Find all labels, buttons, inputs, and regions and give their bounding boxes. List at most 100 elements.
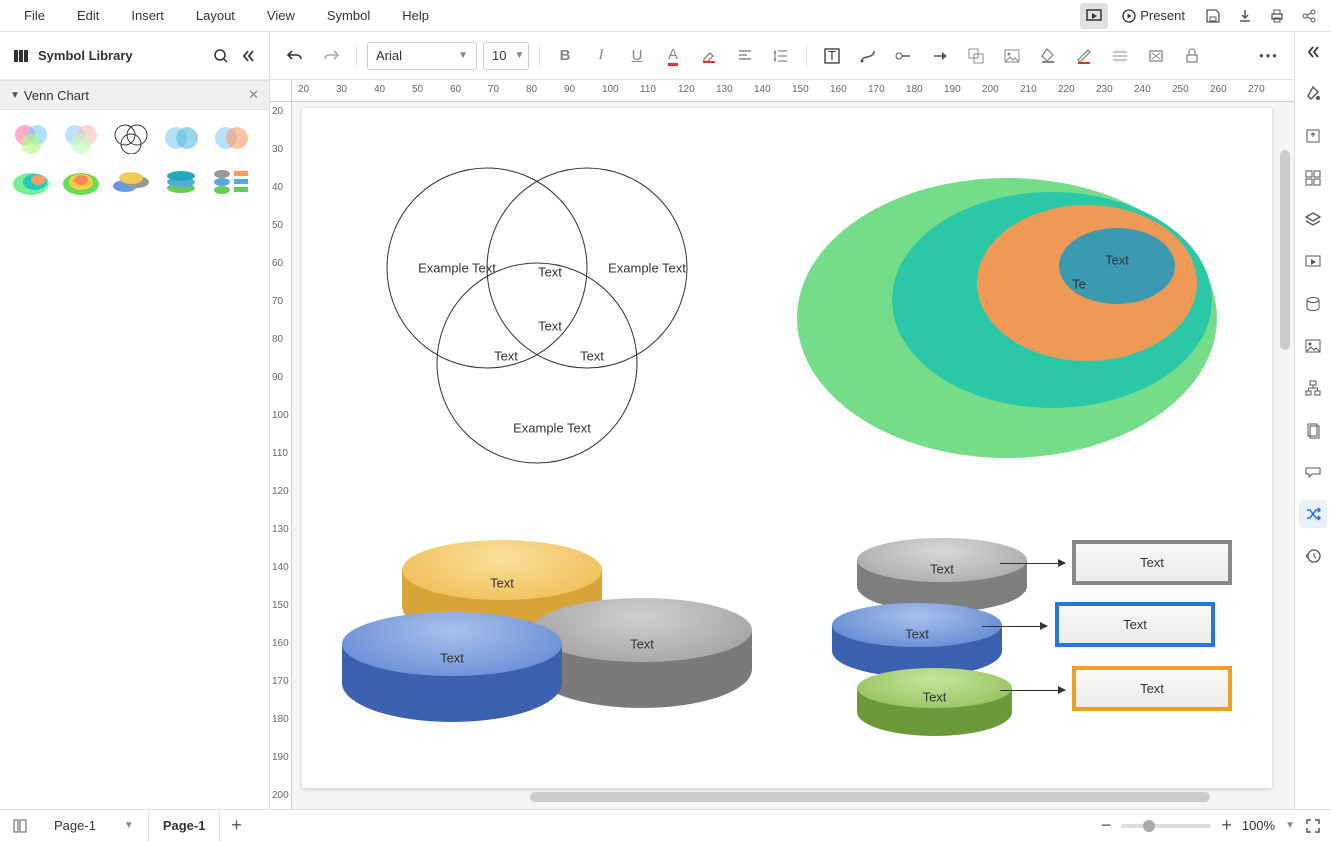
lock-button[interactable] (1177, 41, 1207, 71)
shape-nested-ellipse[interactable] (792, 168, 1222, 468)
expand-rail-button[interactable] (1299, 38, 1327, 66)
print-button[interactable] (1263, 3, 1291, 29)
bold-button[interactable]: B (550, 41, 580, 71)
export-button[interactable] (1231, 3, 1259, 29)
lib-venn-3-color[interactable] (8, 118, 54, 158)
page-tab-1[interactable]: Page-1 (149, 810, 221, 841)
ruler-vertical: 20 30 40 50 60 70 80 90 100 110 120 130 … (270, 102, 292, 809)
lib-venn-2-alt[interactable] (208, 118, 254, 158)
lib-nested-ellipse-alt[interactable] (58, 162, 104, 202)
share-button[interactable] (1295, 3, 1323, 29)
theme-button[interactable] (1299, 80, 1327, 108)
scrollbar-horizontal[interactable] (530, 792, 1210, 802)
menu-symbol[interactable]: Symbol (311, 2, 386, 29)
fullscreen-icon[interactable] (1305, 818, 1321, 834)
venn-ac-label[interactable]: Text (494, 349, 518, 364)
shape-listdisc-green[interactable]: Text (857, 668, 1012, 740)
data-button[interactable] (1299, 290, 1327, 318)
close-icon[interactable]: ✕ (248, 87, 259, 103)
lib-3d-stack[interactable] (158, 162, 204, 202)
tree-button[interactable] (1299, 374, 1327, 402)
comment-button[interactable] (1299, 458, 1327, 486)
align-button[interactable] (730, 41, 760, 71)
export-rail-button[interactable] (1299, 122, 1327, 150)
grid-button[interactable] (1299, 164, 1327, 192)
chevron-down-icon[interactable]: ▼ (1285, 820, 1295, 831)
shape-disc-gray[interactable]: Text (532, 598, 752, 713)
venn-ab-label[interactable]: Text (538, 265, 562, 280)
menu-view[interactable]: View (251, 2, 311, 29)
canvas-area[interactable]: 20 30 40 50 60 70 80 90 100 110 120 130 … (270, 80, 1294, 809)
line-spacing-button[interactable] (766, 41, 796, 71)
present-label: Present (1140, 8, 1185, 23)
zoom-out-button[interactable]: − (1101, 815, 1112, 836)
nested-inner-label[interactable]: Text (1105, 253, 1129, 268)
line-style-button[interactable] (1105, 41, 1135, 71)
present-button[interactable]: Present (1112, 4, 1195, 27)
arrow-blue[interactable] (982, 626, 1047, 627)
redo-button[interactable] (316, 41, 346, 71)
venn-b-label[interactable]: Example Text (608, 261, 686, 276)
venn-a-label[interactable]: Example Text (418, 261, 496, 276)
section-venn-chart[interactable]: ▼ Venn Chart ✕ (0, 80, 269, 110)
page-canvas[interactable]: Example Text Example Text Example Text T… (302, 108, 1272, 788)
right-rail (1294, 32, 1331, 809)
lib-disc-list[interactable] (208, 162, 254, 202)
clipboard-button[interactable] (1299, 416, 1327, 444)
venn-c-label[interactable]: Example Text (513, 421, 591, 436)
lib-venn-3-outline[interactable] (108, 118, 154, 158)
present-rail-button[interactable] (1299, 248, 1327, 276)
undo-button[interactable] (280, 41, 310, 71)
nested-l2-label[interactable]: Te (1072, 277, 1086, 292)
venn-abc-label[interactable]: Text (538, 319, 562, 334)
chevron-down-icon: ▼ (124, 820, 134, 831)
scrollbar-vertical[interactable] (1280, 150, 1290, 350)
arrow-green[interactable] (1000, 690, 1065, 691)
box-gray[interactable]: Text (1072, 540, 1232, 585)
shape-disc-blue[interactable]: Text (342, 612, 562, 727)
line-end-button[interactable] (925, 41, 955, 71)
more-button[interactable]: ••• (1254, 41, 1284, 71)
menu-file[interactable]: File (8, 2, 61, 29)
add-page-button[interactable]: + (220, 810, 252, 841)
image-button[interactable] (997, 41, 1027, 71)
box-orange[interactable]: Text (1072, 666, 1232, 711)
menu-help[interactable]: Help (386, 2, 445, 29)
slideshow-settings-button[interactable] (1080, 3, 1108, 29)
clear-format-button[interactable] (1141, 41, 1171, 71)
font-size-select[interactable]: 10▼ (483, 42, 529, 70)
lib-venn-3-pastel[interactable] (58, 118, 104, 158)
text-tool-button[interactable]: T (817, 41, 847, 71)
fill-color-button[interactable] (1033, 41, 1063, 71)
lib-3d-discs[interactable] (108, 162, 154, 202)
zoom-in-button[interactable]: + (1221, 815, 1232, 836)
box-blue[interactable]: Text (1055, 602, 1215, 647)
menu-layout[interactable]: Layout (180, 2, 251, 29)
lib-venn-2[interactable] (158, 118, 204, 158)
font-color-button[interactable]: A (658, 41, 688, 71)
highlight-button[interactable] (694, 41, 724, 71)
font-select[interactable]: Arial▼ (367, 42, 477, 70)
search-icon[interactable] (213, 48, 229, 64)
menu-insert[interactable]: Insert (115, 2, 180, 29)
italic-button[interactable]: I (586, 41, 616, 71)
svg-text:T: T (828, 48, 836, 63)
arrow-gray[interactable] (1000, 563, 1065, 564)
underline-button[interactable]: U (622, 41, 652, 71)
group-button[interactable] (961, 41, 991, 71)
layers-button[interactable] (1299, 206, 1327, 234)
lib-nested-ellipse[interactable] (8, 162, 54, 202)
line-color-button[interactable] (1069, 41, 1099, 71)
connector-button[interactable] (853, 41, 883, 71)
shuffle-button[interactable] (1299, 500, 1327, 528)
zoom-slider[interactable] (1121, 824, 1211, 828)
outline-view-button[interactable] (0, 818, 40, 834)
collapse-panel-icon[interactable] (239, 47, 257, 65)
history-button[interactable] (1299, 542, 1327, 570)
page-select[interactable]: Page-1 ▼ (40, 810, 149, 841)
venn-bc-label[interactable]: Text (580, 349, 604, 364)
line-start-button[interactable] (889, 41, 919, 71)
save-button[interactable] (1199, 3, 1227, 29)
menu-edit[interactable]: Edit (61, 2, 115, 29)
image-rail-button[interactable] (1299, 332, 1327, 360)
